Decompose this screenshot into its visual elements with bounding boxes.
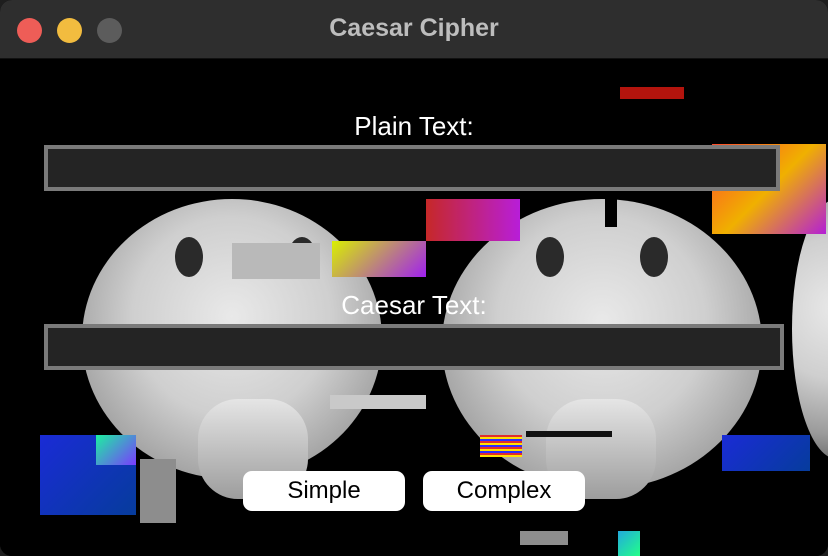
caesar-text-label: Caesar Text: [341, 290, 487, 320]
title-bar[interactable]: Caesar Cipher [0, 0, 828, 59]
plain-text-label: Plain Text: [354, 111, 474, 141]
glitch-block [332, 241, 426, 277]
emoji-eye [536, 237, 564, 277]
emoji-eye [640, 237, 668, 277]
glitch-block [605, 199, 617, 227]
caesar-text-input[interactable] [44, 324, 784, 370]
glitch-block [426, 199, 520, 241]
complex-button[interactable]: Complex [423, 471, 585, 511]
glitch-block [140, 459, 176, 523]
emoji-face-edge [792, 199, 828, 459]
glitch-block [520, 531, 568, 545]
glitch-block [232, 243, 320, 279]
glitch-block [618, 531, 640, 556]
app-window: Caesar Cipher Plain Text: Caesar Text: S… [0, 0, 828, 556]
main-content: Plain Text: Caesar Text: Simple Complex [0, 59, 828, 556]
simple-button[interactable]: Simple [243, 471, 405, 511]
glitch-block [480, 435, 522, 457]
window-title: Caesar Cipher [329, 14, 499, 42]
emoji-eye [175, 237, 203, 277]
glitch-block [620, 87, 684, 99]
glitch-block [722, 435, 810, 471]
glitch-block [96, 435, 136, 465]
glitch-block [526, 431, 612, 437]
plain-text-input[interactable] [44, 145, 780, 191]
glitch-block [330, 395, 426, 409]
